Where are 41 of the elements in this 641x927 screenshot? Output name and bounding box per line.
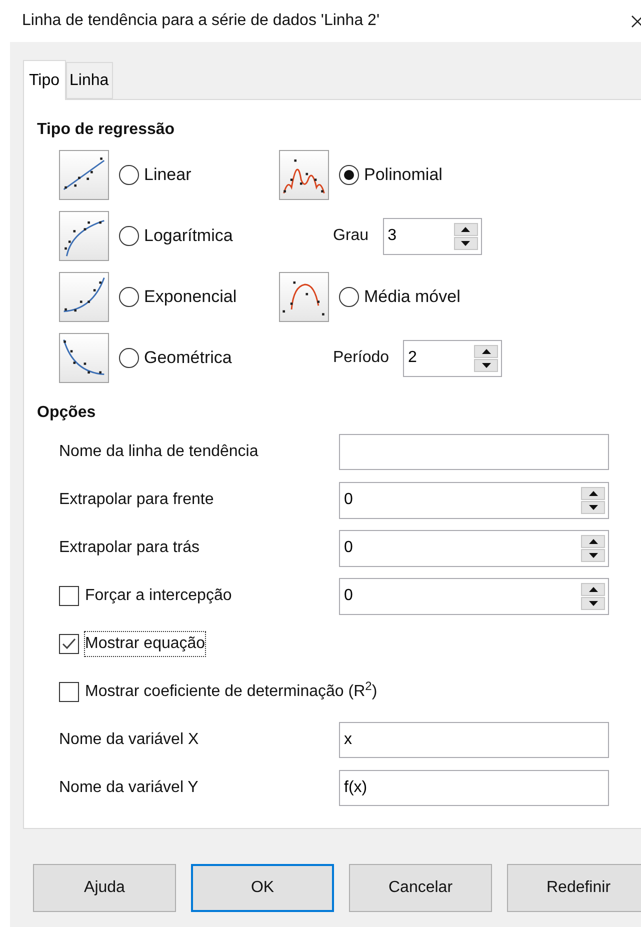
field-label: Extrapolar para frente: [59, 491, 214, 508]
regression-graph-icon: [59, 150, 109, 200]
close-icon[interactable]: [631, 14, 641, 28]
text-input-field[interactable]: [339, 434, 609, 470]
dialog-button[interactable]: Ajuda: [33, 864, 176, 912]
field-label: Nome da linha de tendência: [59, 443, 258, 460]
regression-radio[interactable]: Polinomial: [339, 162, 442, 188]
dialog-button[interactable]: OK: [191, 864, 334, 912]
regression-radio[interactable]: Média móvel: [339, 284, 460, 310]
field-label: Período: [333, 348, 390, 368]
tab[interactable]: Linha: [66, 62, 113, 99]
number-spin-field[interactable]: 0: [339, 530, 609, 566]
section-heading: Tipo de regressão: [37, 120, 176, 140]
regression-graph-icon: [279, 150, 329, 200]
tab[interactable]: Tipo: [23, 60, 66, 100]
regression-graph-icon: [279, 272, 329, 322]
dialog-button[interactable]: Cancelar: [349, 864, 492, 912]
regression-radio[interactable]: Linear: [119, 162, 192, 188]
regression-radio[interactable]: Logarítmica: [119, 223, 233, 249]
field-label: Extrapolar para trás: [59, 539, 200, 556]
window-title: Linha de tendência para a série de dados 'Linha 2': [22, 11, 380, 31]
text-input-field[interactable]: f(x): [339, 770, 609, 806]
field-label: Grau: [333, 226, 369, 246]
number-spin-field[interactable]: 0: [339, 578, 609, 614]
field-label: Nome da variável Y: [59, 779, 198, 796]
regression-graph-icon: [59, 333, 109, 383]
option-checkbox[interactable]: Mostrar equação: [59, 631, 339, 657]
check-mark-icon: [61, 636, 77, 652]
regression-graph-icon: [59, 272, 109, 322]
regression-graph-icon: [59, 211, 109, 261]
degree-spin-field[interactable]: 3: [382, 218, 482, 254]
dialog-button[interactable]: Redefinir: [507, 864, 641, 912]
text-input-field[interactable]: x: [339, 722, 609, 758]
section-heading: Opções: [37, 403, 97, 423]
number-spin-field[interactable]: 0: [339, 482, 609, 518]
option-checkbox[interactable]: Forçar a intercepção: [59, 583, 339, 609]
option-checkbox[interactable]: Mostrar coeficiente de determinação (R$^{2}$): [59, 679, 378, 705]
regression-radio[interactable]: Geométrica: [119, 345, 232, 371]
field-label: Nome da variável X: [59, 731, 199, 748]
regression-radio[interactable]: Exponencial: [119, 284, 237, 310]
period-spin-field[interactable]: 2: [403, 340, 502, 376]
